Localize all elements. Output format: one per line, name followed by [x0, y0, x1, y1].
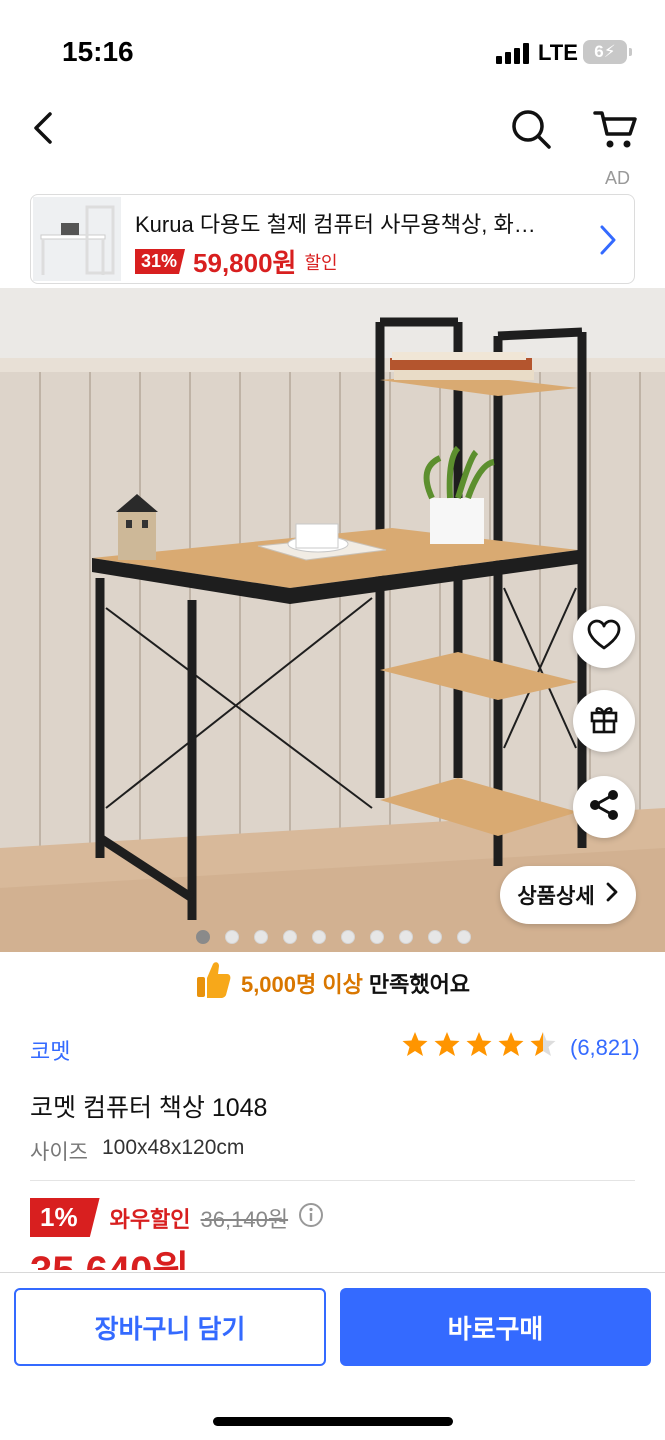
ad-label: AD — [605, 168, 631, 188]
wishlist-button[interactable] — [573, 606, 635, 668]
cart-icon[interactable] — [590, 104, 640, 154]
carousel-dot[interactable] — [196, 930, 210, 944]
chevron-right-icon — [605, 881, 619, 909]
carousel-dot[interactable] — [312, 930, 326, 944]
product-detail-button[interactable]: 상품상세 — [500, 866, 636, 924]
divider — [30, 1180, 635, 1181]
ad-thumbnail — [33, 197, 121, 281]
thumbs-up-icon — [195, 960, 231, 1006]
battery-level: 6 — [594, 42, 604, 61]
option-row: 사이즈 100x48x120cm — [30, 1136, 244, 1166]
option-label: 사이즈 — [30, 1141, 88, 1164]
carousel-indicator[interactable] — [196, 930, 471, 944]
original-price: 36,140원 — [200, 1206, 289, 1232]
battery-icon: 6⚡ — [583, 40, 632, 64]
status-bar: 15:16 LTE 6⚡ — [0, 0, 665, 100]
product-image-carousel[interactable]: 상품상세 — [0, 288, 665, 952]
wow-discount-label: 와우할인 — [109, 1206, 191, 1232]
carousel-dot[interactable] — [457, 930, 471, 944]
ad-sale-label: 할인 — [304, 252, 338, 273]
add-to-cart-button[interactable]: 장바구니 담기 — [14, 1288, 326, 1366]
carousel-dot[interactable] — [370, 930, 384, 944]
carousel-dot[interactable] — [428, 930, 442, 944]
wow-discount-badge: 1% — [30, 1198, 100, 1237]
home-indicator[interactable] — [213, 1417, 453, 1426]
info-icon[interactable] — [298, 1202, 324, 1233]
product-title: 코멧 컴퓨터 책상 1048 — [30, 1094, 268, 1122]
ad-banner[interactable]: Kurua 다용도 철제 컴퓨터 사무용책상, 화… 31% 59,800원 할… — [30, 194, 635, 284]
heart-icon — [587, 619, 621, 656]
signal-icon — [496, 42, 529, 64]
chevron-right-icon — [596, 223, 620, 257]
satisfaction-count: 5,000명 이상 — [240, 972, 363, 997]
brand-link[interactable]: 코멧 — [30, 1034, 70, 1066]
carousel-dot[interactable] — [283, 930, 297, 944]
ad-title: Kurua 다용도 철제 컴퓨터 사무용책상, 화… — [135, 212, 536, 237]
option-value: 100x48x120cm — [101, 1136, 245, 1159]
buy-now-button[interactable]: 바로구매 — [340, 1288, 651, 1366]
product-photo — [0, 288, 665, 952]
ad-discount-badge: 31% — [135, 249, 186, 274]
star-rating-icon — [400, 1030, 558, 1065]
share-button[interactable] — [573, 776, 635, 838]
gift-icon — [588, 703, 620, 740]
carousel-dot[interactable] — [341, 930, 355, 944]
product-detail-label: 상품상세 — [517, 885, 595, 908]
share-icon — [587, 788, 621, 827]
ad-price-row: 31% 59,800원 할인 — [135, 243, 338, 280]
ad-price: 59,800원 — [193, 248, 297, 278]
final-price: 35,640원 — [30, 1248, 189, 1270]
rating-summary[interactable]: (6,821) — [400, 1030, 640, 1065]
nav-bar — [0, 100, 665, 160]
bottom-action-bar: 장바구니 담기 바로구매 — [0, 1272, 665, 1440]
network-label: LTE — [538, 40, 578, 65]
status-time: 15:16 — [62, 36, 134, 67]
satisfaction-banner: 5,000명 이상 만족했어요 — [0, 958, 665, 1008]
review-count[interactable]: (6,821) — [570, 1035, 640, 1061]
price-row: 1% 와우할인 36,140원 — [30, 1198, 324, 1237]
carousel-dot[interactable] — [399, 930, 413, 944]
satisfaction-text: 만족했어요 — [368, 972, 471, 997]
back-arrow-icon[interactable] — [22, 106, 66, 150]
gift-button[interactable] — [573, 690, 635, 752]
search-icon[interactable] — [506, 104, 556, 154]
carousel-dot[interactable] — [225, 930, 239, 944]
carousel-dot[interactable] — [254, 930, 268, 944]
